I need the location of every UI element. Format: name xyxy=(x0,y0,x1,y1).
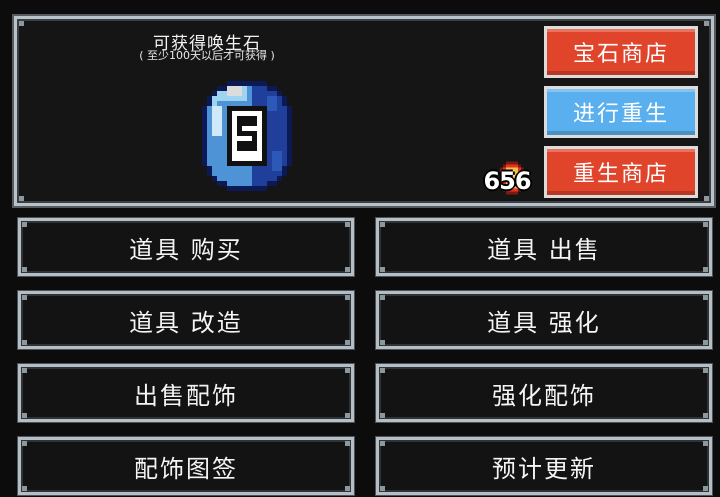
accessory-catalog-label: 配饰图签 xyxy=(134,454,238,483)
enhance-accessory-button[interactable]: 强化配饰 xyxy=(376,364,712,422)
item-modify-label: 道具 改造 xyxy=(129,308,243,337)
info-panel: 可获得唤生石 ( 至少100天以后才可获得 ) 656 宝石商店 进行重生 重生… xyxy=(14,16,714,206)
item-sell-label: 道具 出售 xyxy=(487,235,601,264)
rebirth-button[interactable]: 进行重生 xyxy=(544,86,698,138)
accessory-catalog-button[interactable]: 配饰图签 xyxy=(18,437,354,495)
enhance-accessory-label: 强化配饰 xyxy=(492,381,596,410)
gem-shop-button[interactable]: 宝石商店 xyxy=(544,26,698,78)
sell-accessory-label: 出售配饰 xyxy=(134,381,238,410)
gem-icon xyxy=(202,81,292,191)
item-enhance-label: 道具 强化 xyxy=(487,308,601,337)
rebirth-shop-button[interactable]: 重生商店 xyxy=(544,146,698,198)
panel-subtitle: ( 至少100天以后才可获得 ) xyxy=(139,49,275,62)
item-sell-button[interactable]: 道具 出售 xyxy=(376,218,712,276)
upcoming-update-label: 预计更新 xyxy=(492,454,596,483)
upcoming-update-button[interactable]: 预计更新 xyxy=(376,437,712,495)
item-buy-button[interactable]: 道具 购买 xyxy=(18,218,354,276)
sell-accessory-button[interactable]: 出售配饰 xyxy=(18,364,354,422)
item-buy-label: 道具 购买 xyxy=(129,235,243,264)
item-enhance-button[interactable]: 道具 强化 xyxy=(376,291,712,349)
item-modify-button[interactable]: 道具 改造 xyxy=(18,291,354,349)
counter-value: 656 xyxy=(483,167,531,195)
